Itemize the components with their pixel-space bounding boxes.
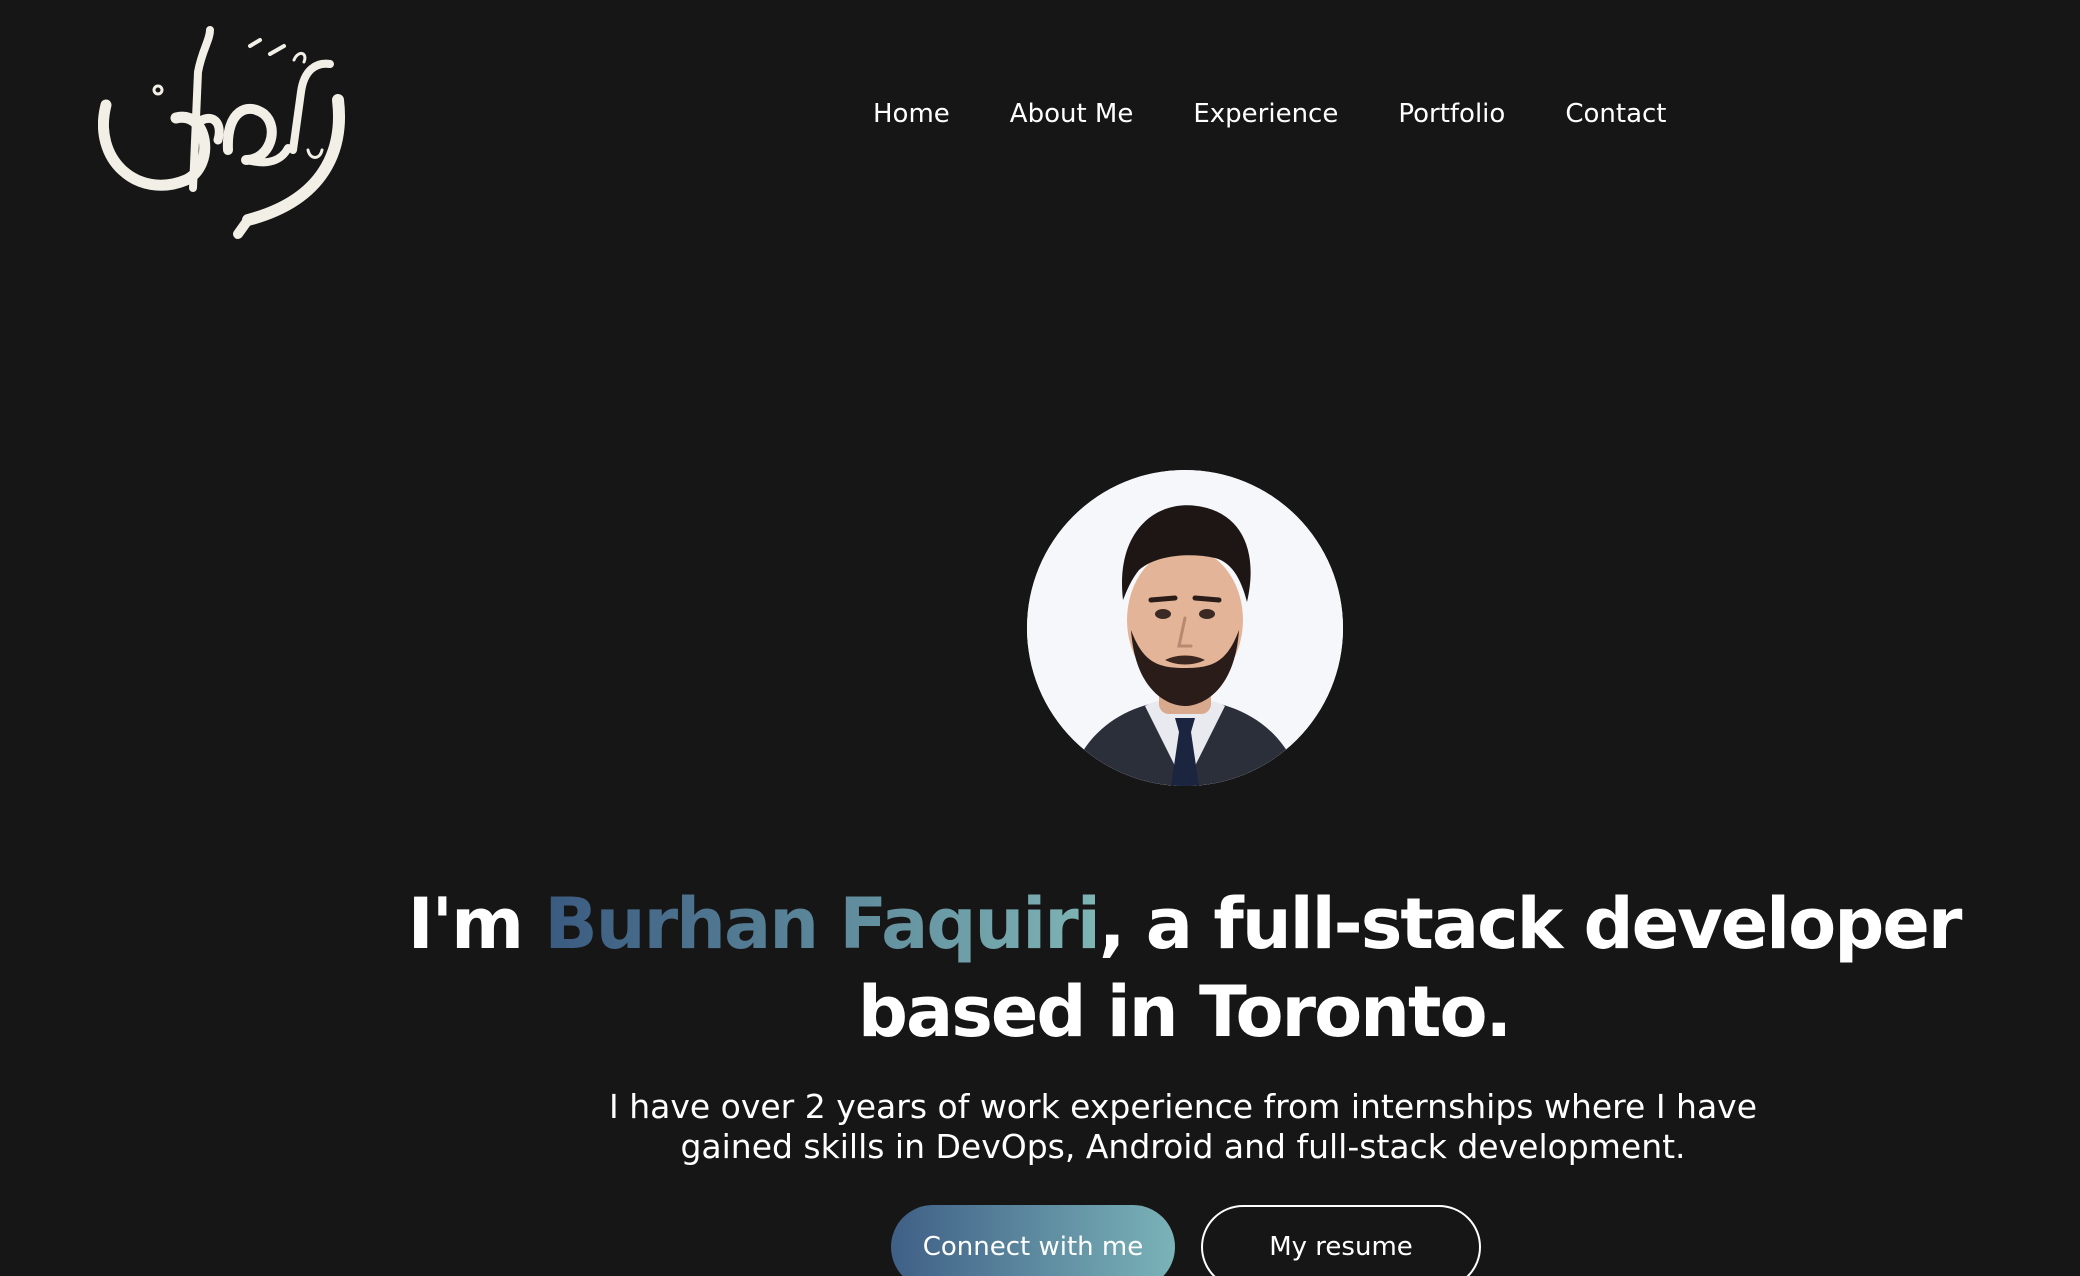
headline-prefix: I'm bbox=[407, 883, 545, 965]
nav-home-link[interactable]: Home bbox=[873, 96, 950, 132]
headline-name: Burhan Faquiri bbox=[544, 883, 1100, 965]
profile-photo-icon bbox=[1027, 470, 1343, 786]
resume-button[interactable]: My resume bbox=[1201, 1205, 1481, 1276]
connect-button[interactable]: Connect with me bbox=[891, 1205, 1175, 1276]
nav-contact-link[interactable]: Contact bbox=[1565, 96, 1666, 132]
page: Home About Me Experience Portfolio Conta… bbox=[0, 0, 2080, 1276]
logo-icon[interactable] bbox=[98, 10, 348, 250]
hero-button-row: Connect with me My resume bbox=[891, 1205, 1481, 1276]
hero-headline: I'm Burhan Faquiri, a full-stack develop… bbox=[300, 880, 2068, 1056]
main-nav: Home About Me Experience Portfolio Conta… bbox=[873, 96, 1666, 132]
hero-description: I have over 2 years of work experience f… bbox=[608, 1087, 1758, 1166]
nav-experience-link[interactable]: Experience bbox=[1193, 96, 1338, 132]
nav-portfolio-link[interactable]: Portfolio bbox=[1398, 96, 1505, 132]
nav-about-link[interactable]: About Me bbox=[1010, 96, 1134, 132]
